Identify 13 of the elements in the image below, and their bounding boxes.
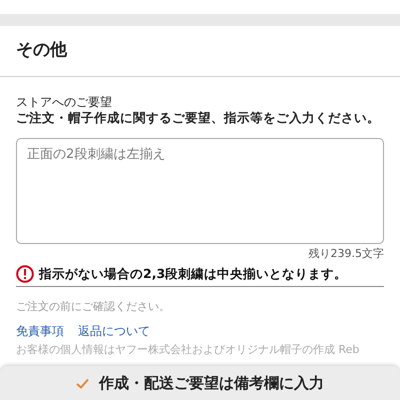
section-title: その他 (16, 39, 67, 62)
character-counter: 残り239.5文字 (308, 246, 384, 262)
footer-link[interactable]: 返品について (78, 322, 150, 340)
warning-text: 指示がない場合の2,3段刺繍は中央揃いとなります。 (39, 264, 348, 282)
privacy-text: お客様の個人情報はヤフー株式会社およびオリジナル帽子の作成 Reb (16, 342, 360, 357)
request-field[interactable]: 正面の2段刺繍は左揃え (16, 138, 384, 244)
field-label: ストアへのご要望 (16, 94, 113, 110)
check-icon (76, 378, 89, 388)
footer-link[interactable]: 免責事項 (16, 322, 64, 340)
instruction-text: ご注文・帽子作成に関するご要望、指示等をご入力ください。 (16, 110, 381, 126)
bottom-banner[interactable]: 作成・配送ご要望は備考欄に入力 (0, 366, 400, 400)
note-text: ご注文の前にご確認ください。 (16, 299, 171, 316)
warning-icon (16, 264, 34, 283)
